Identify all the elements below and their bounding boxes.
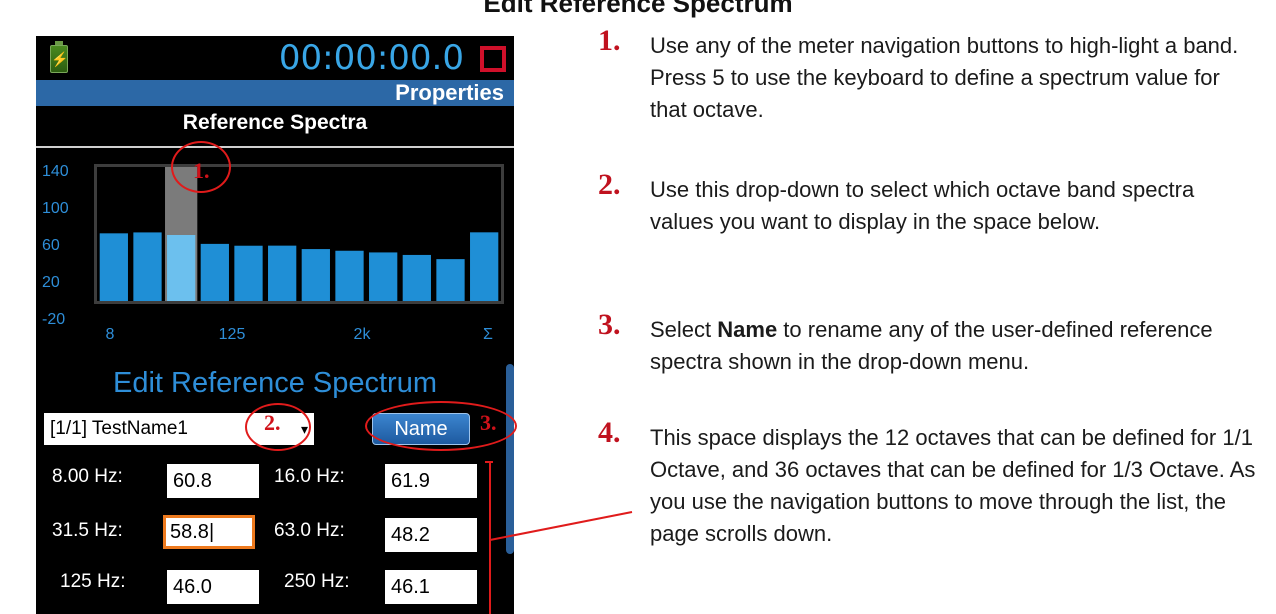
- note-text-bold: Name: [717, 317, 778, 342]
- note-number: 3.: [598, 308, 621, 341]
- scrollbar[interactable]: [506, 364, 514, 554]
- band-value: 58.8: [170, 521, 209, 543]
- y-tick-label: 140: [42, 163, 69, 180]
- note-text-part: to rename any of the user-defined refere…: [650, 317, 1213, 374]
- y-tick-label: 20: [42, 274, 60, 291]
- x-tick-label: 125: [218, 326, 246, 343]
- band-label: 63.0 Hz:: [274, 520, 345, 541]
- band-label: 31.5 Hz:: [52, 520, 123, 541]
- band-label: 16.0 Hz:: [274, 466, 345, 487]
- y-tick-label: 100: [42, 200, 69, 217]
- y-tick-label: -20: [42, 311, 66, 328]
- meter-screen: ⚡ 00:00:00.0 Properties Reference Spectr…: [36, 36, 514, 614]
- band-value-field[interactable]: 60.8: [167, 464, 259, 498]
- chevron-down-icon: ▾: [300, 421, 308, 437]
- dropdown-value: [1/1] TestName1: [50, 418, 189, 439]
- page-title: Edit Reference Spectrum: [483, 0, 793, 18]
- note-text: Use this drop-down to select which octav…: [650, 177, 1195, 234]
- x-tick-label: Σ: [483, 326, 493, 343]
- name-button[interactable]: Name: [372, 413, 470, 445]
- band-value-field[interactable]: 46.1: [385, 570, 477, 604]
- note-number: 2.: [598, 168, 621, 201]
- x-tick-label: 8: [105, 326, 115, 343]
- spectrum-select-dropdown[interactable]: [1/1] TestName1 ▾: [44, 413, 314, 445]
- note-text: Select Name to rename any of the user-de…: [650, 314, 1260, 378]
- band-value-field[interactable]: 46.0: [167, 570, 259, 604]
- y-tick-label: 60: [42, 237, 60, 254]
- edit-title: Edit Reference Spectrum: [113, 367, 437, 399]
- band-value-field[interactable]: 48.2: [385, 518, 477, 552]
- band-label: 250 Hz:: [284, 571, 350, 592]
- note-text: This space displays the 12 octaves that …: [650, 425, 1256, 546]
- note-text-part: Select: [650, 317, 718, 342]
- band-value-field[interactable]: 61.9: [385, 464, 477, 498]
- band-label: 125 Hz:: [60, 571, 126, 592]
- note-number: 1.: [598, 24, 621, 57]
- text-cursor: |: [208, 521, 215, 543]
- note-number: 4.: [598, 416, 621, 449]
- chart-frame: [94, 164, 504, 304]
- band-label: 8.00 Hz:: [52, 466, 123, 487]
- note-text: Use any of the meter navigation buttons …: [650, 33, 1239, 122]
- band-value-field-active[interactable]: 58.8|: [163, 515, 255, 549]
- x-tick-label: 2k: [353, 326, 371, 343]
